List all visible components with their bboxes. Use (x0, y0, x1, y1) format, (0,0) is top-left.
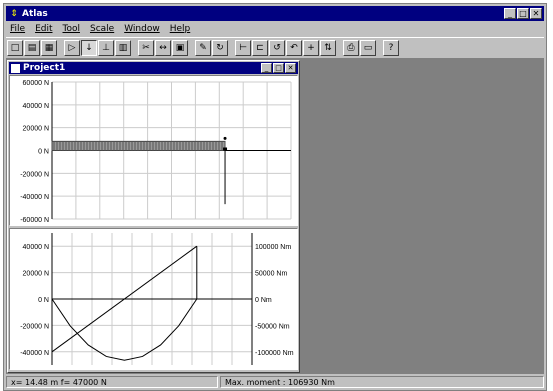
axis-icon[interactable]: ⇅ (320, 40, 336, 56)
plus-icon[interactable]: + (303, 40, 319, 56)
menu-scale[interactable]: Scale (90, 24, 114, 34)
y-tick-label-right: -100000 Nm (255, 350, 294, 357)
support-marker (223, 147, 228, 151)
y-tick-label-left: -20000 N (20, 323, 49, 330)
minimize-button[interactable]: _ (504, 8, 516, 19)
y-tick-label: 20000 N (23, 126, 49, 133)
y-tick-label: 40000 N (23, 103, 49, 110)
atlas-app-icon[interactable]: ⇕ (9, 9, 19, 19)
menu-window[interactable]: Window (124, 24, 160, 34)
status-moment: Max. moment : 106930 Nm (220, 375, 544, 388)
y-tick-label: -60000 N (20, 217, 49, 224)
hatch-icon[interactable]: ▥ (115, 40, 131, 56)
support-pin-icon[interactable]: ⊢ (235, 40, 251, 56)
maximize-button[interactable]: □ (517, 8, 529, 19)
y-tick-label-left: -40000 N (20, 350, 49, 357)
dimension-icon[interactable]: ↔ (155, 40, 171, 56)
y-tick-label-right: -50000 Nm (255, 323, 290, 330)
support-fixed-icon[interactable]: ⊏ (252, 40, 268, 56)
status-cursor: x= 14.48 m f= 47000 N (6, 375, 218, 388)
point-load-icon[interactable]: ↓ (81, 40, 97, 56)
y-tick-label-right: 100000 Nm (255, 244, 291, 251)
grid-icon[interactable]: ▣ (172, 40, 188, 56)
reaction-point (223, 136, 227, 140)
y-tick-label: 0 N (38, 149, 49, 156)
save-icon[interactable]: ▦ (41, 40, 57, 56)
y-tick-label-left: 20000 N (23, 271, 49, 278)
rotate-icon[interactable]: ↻ (212, 40, 228, 56)
close-button[interactable]: ✕ (530, 8, 542, 19)
cut-icon[interactable]: ✂ (138, 40, 154, 56)
shear-moment-pane[interactable]: 40000 N 20000 N 0 N -20000 N -40000 N 100000 … (9, 228, 298, 370)
document-icon[interactable] (11, 63, 20, 73)
menu-bar: File Edit Tool Scale Window Help (6, 22, 544, 36)
moment-alt-icon[interactable]: ↶ (286, 40, 302, 56)
child-close-button[interactable]: ✕ (285, 63, 296, 73)
title-bar[interactable]: ⇕ Atlas _ □ ✕ (6, 6, 544, 21)
atlas-window: ⇕ Atlas _ □ ✕ File Edit Tool Scale Windo… (3, 3, 547, 391)
menu-file[interactable]: File (10, 24, 25, 34)
mdi-client-area: Project1 _ □ ✕ 60000 N 40000 N 20000 N 0 N -… (6, 59, 544, 374)
y-tick-label-right: 50000 Nm (255, 271, 287, 278)
menu-help[interactable]: Help (170, 24, 191, 34)
new-icon[interactable]: □ (7, 40, 23, 56)
project-window: Project1 _ □ ✕ 60000 N 40000 N 20000 N 0 N -… (7, 60, 300, 373)
y-tick-label: -20000 N (20, 171, 49, 178)
y-tick-label-left: 40000 N (23, 244, 49, 251)
window-icon[interactable]: ▭ (360, 40, 376, 56)
print-icon[interactable]: ⎙ (343, 40, 359, 56)
child-minimize-button[interactable]: _ (261, 63, 272, 73)
menu-edit[interactable]: Edit (35, 24, 52, 34)
y-tick-label: -40000 N (20, 194, 49, 201)
project-title-bar[interactable]: Project1 _ □ ✕ (9, 62, 298, 74)
select-icon[interactable]: ▷ (64, 40, 80, 56)
load-diagram-pane[interactable]: 60000 N 40000 N 20000 N 0 N -20000 N -40000 N… (9, 75, 298, 226)
distributed-load-icon[interactable]: ⊥ (98, 40, 114, 56)
menu-tool[interactable]: Tool (63, 24, 80, 34)
toolbar: □ ▤ ▦ ▷ ↓ ⊥ ▥ ✂ ↔ ▣ ✎ ↻ ⊢ ⊏ ↺ ↶ + ⇅ ⎙ ▭? (6, 37, 544, 59)
child-maximize-button[interactable]: □ (273, 63, 284, 73)
bending-moment-curve (51, 298, 198, 361)
y-tick-label-right: 0 Nm (255, 297, 272, 304)
open-icon[interactable]: ▤ (24, 40, 40, 56)
load-diagram-chart: 60000 N 40000 N 20000 N 0 N -20000 N -40000 N… (20, 80, 292, 224)
y-tick-label: 60000 N (23, 80, 49, 87)
pencil-icon[interactable]: ✎ (195, 40, 211, 56)
project-title: Project1 (23, 63, 66, 73)
y-tick-label-left: 0 N (38, 297, 49, 304)
shear-moment-chart: 40000 N 20000 N 0 N -20000 N -40000 N 100000 … (20, 233, 294, 365)
moment-icon[interactable]: ↺ (269, 40, 285, 56)
help-icon[interactable]: ? (383, 40, 399, 56)
status-bar: x= 14.48 m f= 47000 N Max. moment : 1069… (6, 374, 544, 389)
window-title: Atlas (22, 8, 48, 19)
